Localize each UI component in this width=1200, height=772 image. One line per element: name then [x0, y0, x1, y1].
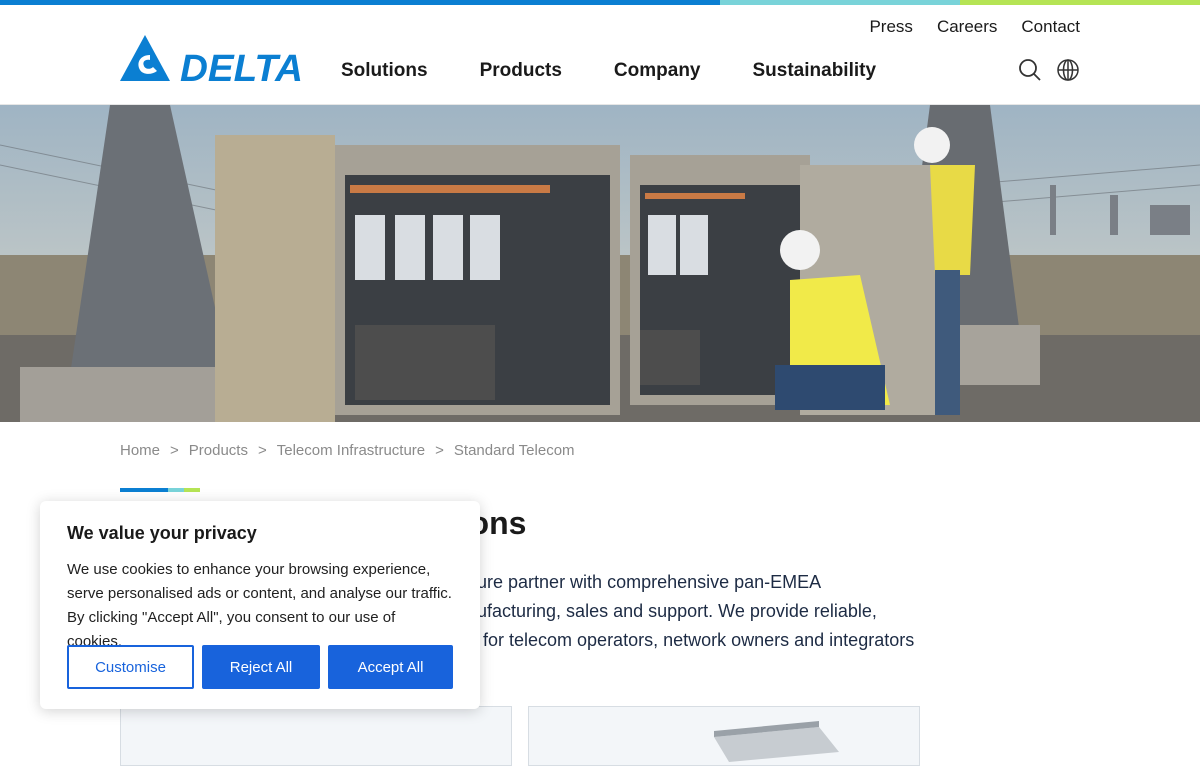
hero-image [0, 105, 1200, 422]
nav-products[interactable]: Products [480, 60, 562, 82]
header-icons [1018, 58, 1080, 82]
utility-link-press[interactable]: Press [869, 17, 912, 37]
accent-green [184, 488, 200, 492]
cookie-body: We use cookies to enhance your browsing … [67, 561, 452, 650]
nav-sustainability[interactable]: Sustainability [753, 60, 877, 82]
site-header: Press Careers Contact DELTA Solutions Pr… [0, 5, 1200, 105]
cookie-buttons: Customise Reject All Accept All [67, 645, 453, 689]
breadcrumb-products[interactable]: Products [189, 442, 248, 459]
globe-icon[interactable] [1056, 58, 1080, 82]
nav-solutions[interactable]: Solutions [341, 60, 428, 82]
delta-logo[interactable]: DELTA [120, 33, 305, 83]
product-card[interactable] [528, 706, 920, 766]
customise-button[interactable]: Customise [67, 645, 194, 689]
nav-company[interactable]: Company [614, 60, 701, 82]
cookie-consent-banner: We value your privacy We use cookies to … [40, 501, 480, 709]
utility-link-contact[interactable]: Contact [1021, 17, 1080, 37]
delta-logo-text: DELTA [180, 48, 303, 83]
breadcrumb-standard-telecom: Standard Telecom [453, 442, 575, 459]
breadcrumb-separator: > [257, 442, 267, 459]
breadcrumb: Home > Products > Telecom Infrastructure… [120, 442, 575, 459]
product-thumbnail [714, 721, 839, 762]
breadcrumb-separator: > [435, 442, 444, 459]
accent-blue [120, 488, 168, 492]
accent-teal [168, 488, 184, 492]
utility-link-careers[interactable]: Careers [937, 17, 997, 37]
cookie-title: We value your privacy [67, 523, 257, 543]
utility-nav: Press Careers Contact [869, 17, 1080, 37]
accept-all-button[interactable]: Accept All [328, 645, 453, 689]
breadcrumb-separator: > [170, 442, 179, 459]
main-nav: Solutions Products Company Sustainabilit… [341, 60, 876, 82]
reject-all-button[interactable]: Reject All [202, 645, 320, 689]
title-accent-bar [120, 488, 200, 492]
product-card[interactable] [120, 706, 512, 766]
breadcrumb-home[interactable]: Home [120, 442, 160, 459]
breadcrumb-telecom-infrastructure[interactable]: Telecom Infrastructure [277, 442, 425, 459]
search-icon[interactable] [1018, 58, 1042, 82]
